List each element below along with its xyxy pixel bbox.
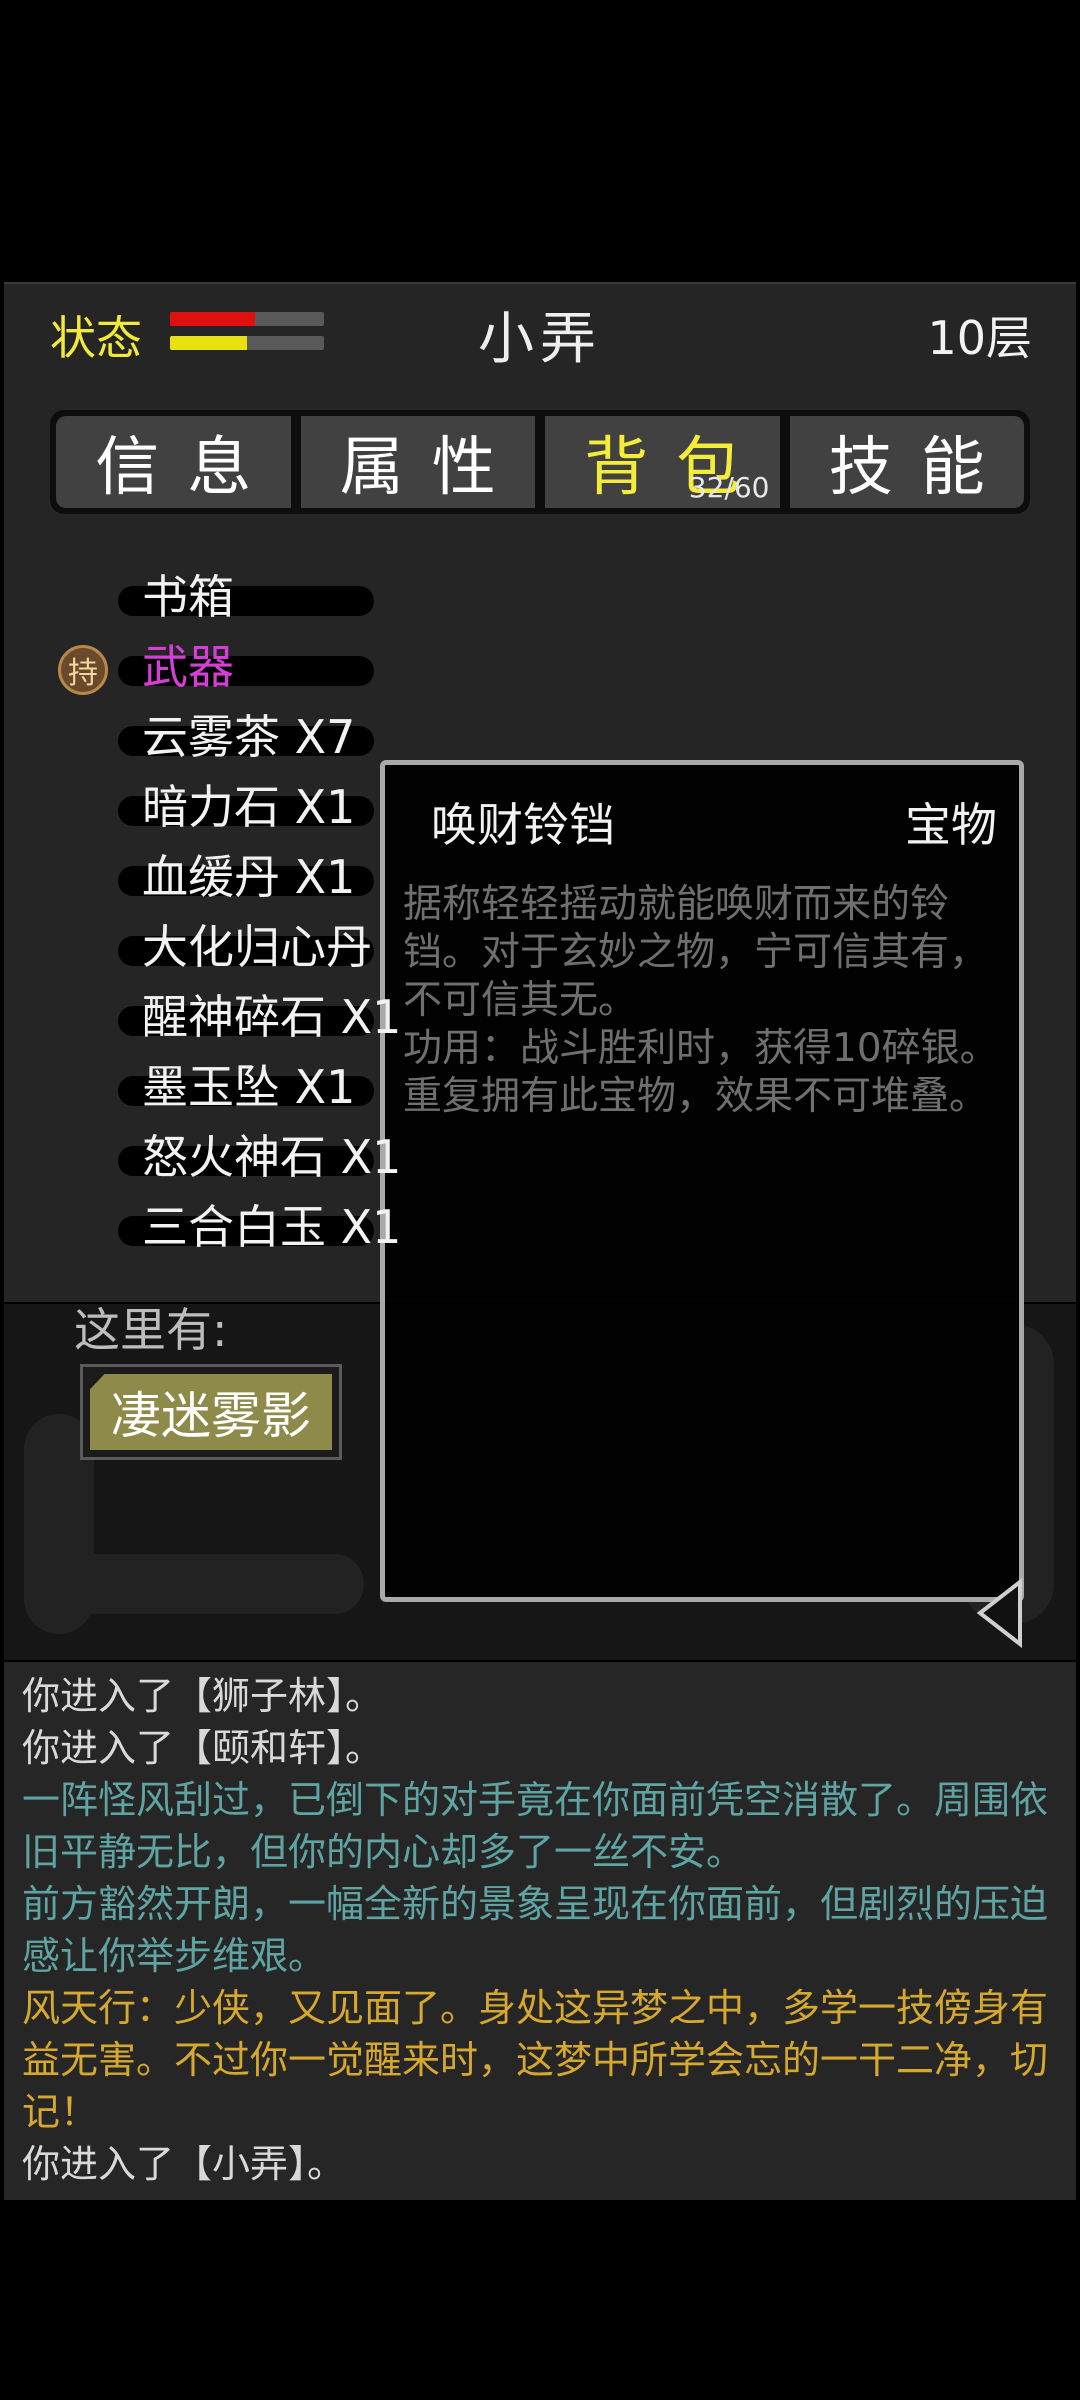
inventory-item[interactable]: 醒神碎石 X1	[118, 982, 401, 1052]
bag-capacity: 32/60	[688, 471, 770, 504]
inventory-item[interactable]: 暗力石 X1	[118, 772, 401, 842]
tab-skills-label: 技能	[828, 431, 1013, 505]
item-label: 三合白玉 X1	[142, 1200, 402, 1254]
here-label: 这里有:	[74, 1303, 228, 1357]
item-tooltip: 唤财铃铛 宝物 据称轻轻摇动就能唤财而来的铃铛。对于玄妙之物，宁可信其有，不可信…	[380, 760, 1024, 1602]
tooltip-description: 据称轻轻摇动就能唤财而来的铃铛。对于玄妙之物，宁可信其有，不可信其无。 功用：战…	[403, 881, 1015, 1121]
item-label: 墨玉坠 X1	[142, 1060, 356, 1114]
npc-button[interactable]: 凄迷雾影	[80, 1364, 342, 1460]
npc-name: 凄迷雾影	[90, 1374, 332, 1450]
back-arrow-icon[interactable]	[976, 1578, 1024, 1648]
item-label: 武器	[142, 640, 234, 694]
inventory-item[interactable]: 三合白玉 X1	[118, 1192, 401, 1262]
inventory-item[interactable]: 血缓丹 X1	[118, 842, 401, 912]
inventory-item[interactable]: 书箱	[118, 562, 401, 632]
inventory-item[interactable]: 武器	[118, 632, 401, 702]
item-label: 云雾茶 X7	[142, 710, 356, 764]
ink-stroke	[64, 1554, 364, 1614]
tab-attributes-label: 属性	[339, 431, 524, 505]
log-line: 你进入了【颐和轩】。	[22, 1726, 384, 1770]
log-line: 你进入了【狮子林】。	[22, 1674, 384, 1718]
location-title: 小弄	[478, 307, 602, 372]
tab-bag[interactable]: 背包 32/60	[535, 416, 780, 508]
inventory-item[interactable]: 云雾茶 X7	[118, 702, 401, 772]
item-label: 大化归心丹	[142, 920, 372, 974]
tab-bar: 信息 属性 背包 32/60 技能	[50, 410, 1030, 514]
log-line: 前方豁然开朗，一幅全新的景象呈现在你面前，但剧烈的压迫感让你举步维艰。	[22, 1882, 1049, 1978]
message-log: 你进入了【狮子林】。 你进入了【颐和轩】。 一阵怪风刮过，已倒下的对手竟在你面前…	[4, 1662, 1076, 2200]
tab-attributes[interactable]: 属性	[290, 416, 535, 508]
item-label: 醒神碎石 X1	[142, 990, 402, 1044]
inventory-list: 书箱 武器 云雾茶 X7 暗力石 X1 血缓丹 X1 大化归心丹 醒神碎石 X1…	[118, 562, 401, 1262]
tooltip-effect-text: 功用：战斗胜利时，获得10碎银。重复拥有此宝物，效果不可堆叠。	[403, 1026, 999, 1119]
tab-info-label: 信息	[95, 431, 280, 505]
item-label: 暗力石 X1	[142, 780, 356, 834]
item-label: 血缓丹 X1	[142, 850, 356, 904]
item-label: 怒火神石 X1	[142, 1130, 402, 1184]
tooltip-desc-text: 据称轻轻摇动就能唤财而来的铃铛。对于玄妙之物，宁可信其有，不可信其无。	[403, 882, 989, 1023]
floor-indicator: 10层	[927, 311, 1032, 365]
held-badge-icon: 持	[58, 645, 108, 695]
log-line: 风天行：少侠，又见面了。身处这异梦之中，多学一技傍身有益无害。不过你一觉醒来时，…	[22, 1986, 1049, 2134]
item-label: 书箱	[142, 570, 234, 624]
inventory-item[interactable]: 大化归心丹	[118, 912, 401, 982]
tab-info[interactable]: 信息	[56, 416, 291, 508]
log-line: 你进入了【小弄】。	[22, 2142, 346, 2186]
inventory-item[interactable]: 怒火神石 X1	[118, 1122, 401, 1192]
tooltip-item-type: 宝物	[905, 798, 997, 852]
tab-skills[interactable]: 技能	[779, 416, 1024, 508]
tooltip-item-name: 唤财铃铛	[431, 798, 615, 852]
log-line: 一阵怪风刮过，已倒下的对手竟在你面前凭空消散了。周围依旧平静无比，但你的内心却多…	[22, 1778, 1049, 1874]
inventory-item[interactable]: 墨玉坠 X1	[118, 1052, 401, 1122]
